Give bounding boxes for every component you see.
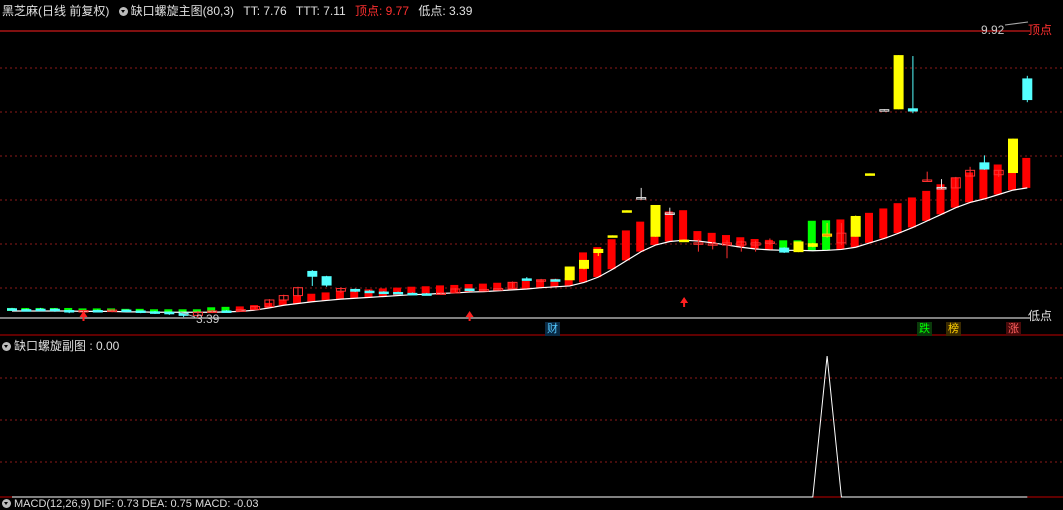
candle-body [521, 278, 532, 281]
ribbon-bar [364, 289, 373, 298]
ribbon-bar [293, 295, 301, 304]
candle-body [607, 235, 618, 238]
candle-body [650, 204, 661, 237]
marker-bang[interactable]: 榜 [946, 322, 961, 336]
candle-body [907, 108, 918, 112]
candle-body [807, 243, 818, 247]
sub-indicator-line [12, 355, 1028, 498]
ribbon-bar [979, 168, 988, 199]
candle-body [1008, 138, 1018, 174]
candle-body [1022, 78, 1033, 101]
candle-body [7, 308, 17, 311]
ribbon-bar [707, 232, 716, 243]
candle-body [593, 248, 604, 254]
candle-body [21, 309, 32, 312]
candle-body [550, 279, 561, 282]
ribbon-line [12, 187, 1028, 313]
ribbon-bar [722, 235, 730, 246]
ribbon-bar [478, 283, 487, 292]
candle-body [407, 292, 418, 296]
candle-body [793, 241, 804, 253]
ribbon-bar [636, 221, 645, 252]
ribbon-bar [335, 291, 344, 300]
candle-body [893, 55, 904, 110]
ribbon-bar [693, 231, 702, 242]
candle-body [865, 173, 875, 176]
candle-body [164, 311, 175, 315]
ribbon-bar [679, 210, 688, 241]
candle-body [307, 270, 318, 277]
candle-body [464, 288, 475, 291]
candle-body [364, 290, 375, 294]
ribbon-bar [607, 239, 616, 270]
candle-body [150, 311, 160, 314]
spiral-ribbon [7, 157, 1031, 313]
candle-body [421, 293, 432, 296]
candle-body [621, 210, 632, 213]
ribbon-bar [1022, 157, 1031, 188]
ribbon-bar [893, 203, 902, 234]
ribbon-bar [836, 219, 845, 250]
high-pointer-line [1004, 21, 1029, 26]
ribbon-bar [321, 292, 330, 301]
marker-cai[interactable]: 财 [545, 322, 560, 336]
ribbon-bar [750, 238, 759, 249]
ribbon-bar [307, 293, 316, 302]
ribbon-bar [521, 280, 530, 289]
price-chart[interactable]: 9.92 顶点 3.39 低点 [0, 0, 1063, 508]
candle-body [564, 266, 575, 281]
ribbon-bar [922, 190, 931, 221]
ribbon-bar [993, 164, 1002, 195]
candle-body [779, 247, 790, 253]
ribbon-bar [764, 239, 773, 250]
candle-body [822, 233, 833, 237]
ribbon-bar [664, 211, 673, 242]
marker-zhang[interactable]: 涨 [1006, 322, 1021, 336]
ribbon-bar [493, 282, 502, 291]
candle-body [49, 308, 60, 312]
high-price-label: 9.92 [981, 23, 1005, 37]
low-point-label: 低点 [1028, 309, 1052, 323]
sub-indicator-series [12, 355, 1028, 498]
ribbon-bar [879, 208, 888, 239]
low-price-label: 3.39 [196, 312, 220, 326]
ribbon-bar [965, 172, 974, 203]
ribbon-bar [421, 286, 430, 295]
candle-body [121, 309, 132, 313]
candle-body [579, 259, 589, 269]
candle-body [393, 292, 404, 295]
ribbon-bar [621, 230, 630, 261]
candle-body [378, 291, 389, 295]
candle-body [979, 162, 990, 170]
candle-body [221, 310, 232, 313]
candle-body [350, 288, 361, 292]
candle-body [64, 310, 75, 313]
candle-body [850, 215, 861, 237]
ribbon-bar [907, 197, 916, 228]
candles [7, 55, 1033, 321]
candle-body [135, 310, 146, 313]
ribbon-bar [436, 285, 444, 294]
ribbon-bar [865, 212, 873, 243]
top-point-label: 顶点 [1028, 23, 1052, 37]
candle-body [679, 239, 690, 243]
candle-body [92, 310, 103, 313]
candle-body [35, 308, 46, 312]
ribbon-bar [950, 177, 959, 208]
marker-die[interactable]: 跌 [917, 322, 932, 336]
candle-body [321, 276, 332, 286]
